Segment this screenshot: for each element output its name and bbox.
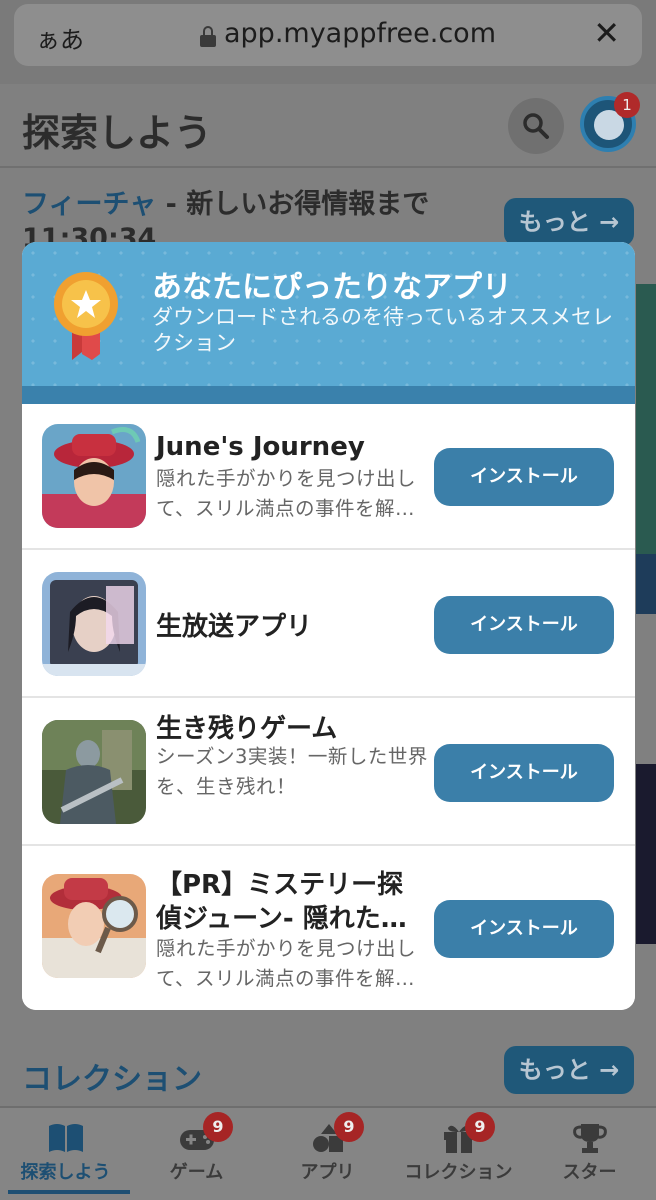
tab-games[interactable]: 9 ゲーム (131, 1108, 262, 1200)
app-name: 【PR】ミステリー探偵ジューン- 隠れた… (156, 870, 407, 934)
search-icon (523, 113, 549, 139)
app-description: シーズン3実装！一新した世界を、生き残れ！ (156, 745, 428, 798)
app-row: 生放送アプリ インストール (22, 552, 635, 698)
award-ribbon-icon (54, 272, 118, 360)
app-icon-junes-journey[interactable] (42, 424, 146, 528)
install-button[interactable]: インストール (434, 448, 614, 506)
tab-badge: 9 (334, 1112, 364, 1142)
background-card (636, 764, 656, 944)
featured-label: フィーチャ (22, 189, 157, 220)
app-icon-live-stream[interactable] (42, 572, 146, 676)
app-row: 【PR】ミステリー探偵ジューン- 隠れた… 隠れた手がかりを見つけ出して、スリル… (22, 848, 635, 1010)
text-size-button[interactable]: ぁあ (36, 20, 84, 55)
app-row: 生き残りゲーム シーズン3実装！一新した世界を、生き残れ！ インストール (22, 700, 635, 846)
close-icon[interactable]: ✕ (593, 16, 620, 50)
header-band (22, 386, 635, 404)
tab-badge: 9 (465, 1112, 495, 1142)
tab-label: スター (562, 1162, 617, 1183)
app-icon-mystery-detective[interactable] (42, 874, 146, 978)
app-row: June's Journey 隠れた手がかりを見つけ出して、スリル満点の事件を解… (22, 404, 635, 550)
background-card (636, 554, 656, 614)
modal-subtitle: ダウンロードされるのを待っているオススメセレクション (152, 305, 613, 355)
install-button[interactable]: インストール (434, 596, 614, 654)
install-button[interactable]: インストール (434, 744, 614, 802)
modal-header: あなたにぴったりなアプリ ダウンロードされるのを待っているオススメセレクション (22, 242, 635, 386)
search-button[interactable] (508, 98, 564, 154)
recommendation-modal: あなたにぴったりなアプリ ダウンロードされるのを待っているオススメセレクション … (22, 242, 635, 1010)
book-icon (49, 1124, 83, 1152)
tab-label: ゲーム (169, 1162, 224, 1183)
tab-label: アプリ (300, 1162, 355, 1183)
tab-badge: 9 (203, 1112, 233, 1142)
tab-stars[interactable]: スター (524, 1108, 655, 1200)
url-field[interactable]: ぁあ app.myappfree.com ✕ (14, 4, 642, 66)
install-button[interactable]: インストール (434, 900, 614, 958)
bottom-tab-bar: 探索しよう 9 ゲーム 9 アプリ 9 コレクション スター (0, 1106, 656, 1200)
app-description: 隠れた手がかりを見つけ出して、スリル満点の事件を解… (156, 937, 417, 990)
collection-heading: コレクション (22, 1062, 202, 1097)
app-icon-survival-game[interactable] (42, 720, 146, 824)
tab-collections[interactable]: 9 コレクション (393, 1108, 524, 1200)
tab-label: コレクション (404, 1162, 513, 1183)
featured-subtitle: - 新しいお得情報まで (156, 189, 430, 220)
collection-more-button[interactable]: もっと → (504, 1046, 634, 1094)
browser-address-bar: ぁあ app.myappfree.com ✕ (0, 0, 656, 84)
url-text[interactable]: app.myappfree.com (224, 18, 496, 49)
modal-title: あなたにぴったりなアプリ (152, 270, 512, 305)
tab-label: 探索しよう (20, 1162, 111, 1183)
active-tab-indicator (8, 1190, 130, 1194)
app-name: 生き残りゲーム (156, 714, 338, 744)
lock-icon (200, 26, 216, 47)
trophy-icon (573, 1124, 607, 1153)
page-title: 探索しよう (22, 111, 213, 155)
tab-apps[interactable]: 9 アプリ (262, 1108, 393, 1200)
notification-badge: 1 (614, 92, 640, 118)
divider (0, 166, 656, 168)
featured-more-button[interactable]: もっと → (504, 198, 634, 246)
app-name: 生放送アプリ (156, 612, 313, 642)
app-name: June's Journey (156, 432, 365, 462)
app-description: 隠れた手がかりを見つけ出して、スリル満点の事件を解… (156, 467, 417, 520)
tab-explore[interactable]: 探索しよう (0, 1108, 131, 1200)
